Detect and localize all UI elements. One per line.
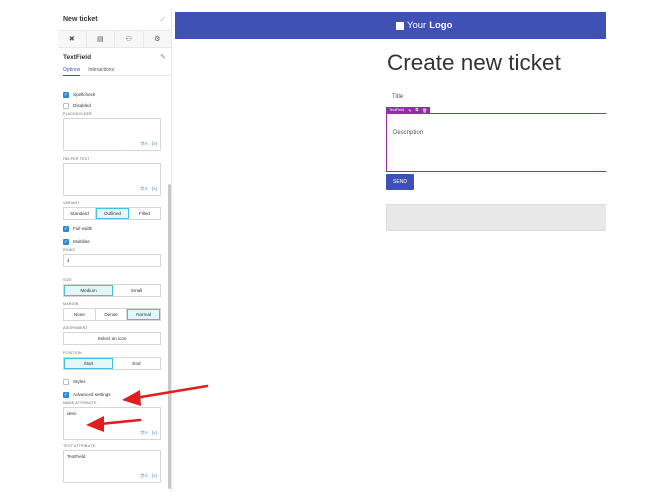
margin-none[interactable]: None (64, 309, 96, 320)
logo-text-light: Your (407, 20, 427, 31)
variant-label: VARIANT (63, 201, 80, 205)
description-label: Description (393, 130, 424, 136)
variable-icon[interactable]: {x} (152, 141, 157, 147)
database-icon[interactable]: ▤ (87, 31, 115, 47)
app-root: New ticket ✓ ✖ ▤ ⚇ ⚙ TextField ✎ Options… (0, 0, 670, 498)
select-icon-button[interactable]: Select an icon (63, 332, 161, 345)
field-tools: 文A {x} (140, 186, 157, 192)
check-icon[interactable]: ✓ (159, 15, 166, 24)
edit-icon[interactable]: ✎ (408, 108, 411, 113)
variant-standard[interactable]: Standard (64, 208, 96, 219)
variant-filled[interactable]: Filled (129, 208, 160, 219)
logo-text-bold: Logo (429, 20, 453, 31)
title-field[interactable]: Title (392, 94, 403, 100)
send-button[interactable]: SEND (386, 174, 414, 190)
placeholder-input[interactable]: 文A {x} (63, 118, 161, 151)
spellcheck-label: Spellcheck (73, 92, 96, 97)
options-list: ✓ Spellcheck Disabled PLACEHOLDER 文A {x}… (58, 86, 166, 483)
size-small[interactable]: Small (113, 285, 160, 296)
logo: Your Logo (396, 20, 452, 31)
test-attribute-label: TEST ATTRIBUTE (63, 444, 96, 448)
rows-label: ROWS (63, 248, 75, 252)
translate-icon[interactable]: 文A (140, 473, 148, 479)
position-start[interactable]: Start (64, 358, 113, 369)
page-title: Create new ticket (387, 50, 561, 75)
margin-label: MARGIN (63, 302, 79, 306)
size-label: SIZE (63, 278, 72, 282)
multiline-row[interactable]: ✓ Multiline (58, 236, 166, 247)
full-width-label: Full width (73, 226, 93, 231)
multiline-label: Multiline (73, 239, 90, 244)
position-selector: Start End (63, 357, 161, 370)
disabled-label: Disabled (73, 103, 91, 108)
variant-selector: Standard Outlined Filled (63, 207, 161, 220)
rows-input[interactable]: 4 (63, 254, 161, 267)
helper-text-label: HELPER TEXT (63, 157, 90, 161)
inspector-panel: New ticket ✓ ✖ ▤ ⚇ ⚙ TextField ✎ Options… (58, 8, 172, 492)
translate-icon[interactable]: 文A (140, 430, 148, 436)
disabled-checkbox[interactable] (63, 102, 69, 109)
field-tools: 文A {x} (140, 141, 157, 147)
panel-toolbar: ✖ ▤ ⚇ ⚙ (58, 30, 171, 48)
pencil-icon[interactable]: ✎ (160, 53, 166, 61)
name-attribute-value: desc (67, 411, 77, 416)
description-field[interactable]: Description (386, 113, 606, 172)
spellcheck-checkbox[interactable]: ✓ (63, 91, 69, 98)
ticket-form-card: Title TextField ✎ ⧉ 🗑 Description (386, 88, 606, 194)
margin-dense[interactable]: Dense (96, 309, 128, 320)
styles-row[interactable]: Styles (58, 376, 166, 387)
styles-label: Styles (73, 379, 86, 384)
advanced-settings-checkbox[interactable]: ✓ (63, 391, 69, 398)
position-label: POSITION (63, 351, 82, 355)
field-tools: 文A {x} (140, 430, 157, 436)
variable-icon[interactable]: {x} (152, 186, 157, 192)
placeholder-label: PLACEHOLDER (63, 112, 92, 116)
hierarchy-icon[interactable]: ⚇ (115, 31, 144, 47)
gear-icon[interactable]: ⚙ (144, 31, 172, 47)
disabled-row[interactable]: Disabled (58, 100, 166, 111)
full-width-checkbox[interactable]: ✓ (63, 225, 69, 232)
full-width-row[interactable]: ✓ Full width (58, 223, 166, 234)
name-attribute-input[interactable]: desc 文A {x} (63, 407, 161, 440)
selected-tag-label: TextField (389, 108, 405, 112)
advanced-settings-row[interactable]: ✓ Advanced settings (58, 389, 166, 400)
component-name: TextField (63, 53, 92, 61)
panel-scrollbar[interactable] (168, 184, 171, 489)
margin-normal[interactable]: Normal (127, 309, 161, 320)
variable-icon[interactable]: {x} (152, 473, 157, 479)
test-attribute-input[interactable]: TextField 文A {x} (63, 450, 161, 483)
tab-options[interactable]: Options (63, 64, 81, 76)
name-attribute-label: NAME ATTRIBUTE (63, 401, 97, 405)
copy-icon[interactable]: ⧉ (415, 108, 418, 112)
variable-icon[interactable]: {x} (152, 430, 157, 436)
margin-selector: None Dense Normal (63, 308, 161, 321)
app-bar: Your Logo (175, 12, 606, 39)
multiline-checkbox[interactable]: ✓ (63, 238, 69, 245)
styles-checkbox[interactable] (63, 378, 69, 385)
size-selector: Medium Small (63, 284, 161, 297)
advanced-settings-label: Advanced settings (73, 392, 111, 397)
translate-icon[interactable]: 文A (140, 141, 148, 147)
helper-text-input[interactable]: 文A {x} (63, 163, 161, 196)
tools-icon[interactable]: ✖ (58, 31, 87, 47)
field-tools: 文A {x} (140, 473, 157, 479)
translate-icon[interactable]: 文A (140, 186, 148, 192)
secondary-card (386, 204, 606, 231)
delete-icon[interactable]: 🗑 (422, 108, 427, 113)
component-header: TextField ✎ (58, 50, 171, 64)
variant-outlined[interactable]: Outlined (96, 208, 129, 219)
size-medium[interactable]: Medium (64, 285, 113, 296)
test-attribute-value: TextField (67, 454, 86, 459)
position-end[interactable]: End (113, 358, 160, 369)
spellcheck-row[interactable]: ✓ Spellcheck (58, 89, 166, 100)
logo-square-icon (396, 21, 404, 30)
left-gutter (0, 0, 58, 498)
tab-interactions[interactable]: Interactions (88, 64, 114, 76)
options-tabs: Options Interactions (58, 64, 171, 76)
adornment-label: ADORNMENT (63, 326, 88, 330)
page-name: New ticket (63, 15, 98, 23)
panel-header: New ticket ✓ (58, 8, 171, 30)
